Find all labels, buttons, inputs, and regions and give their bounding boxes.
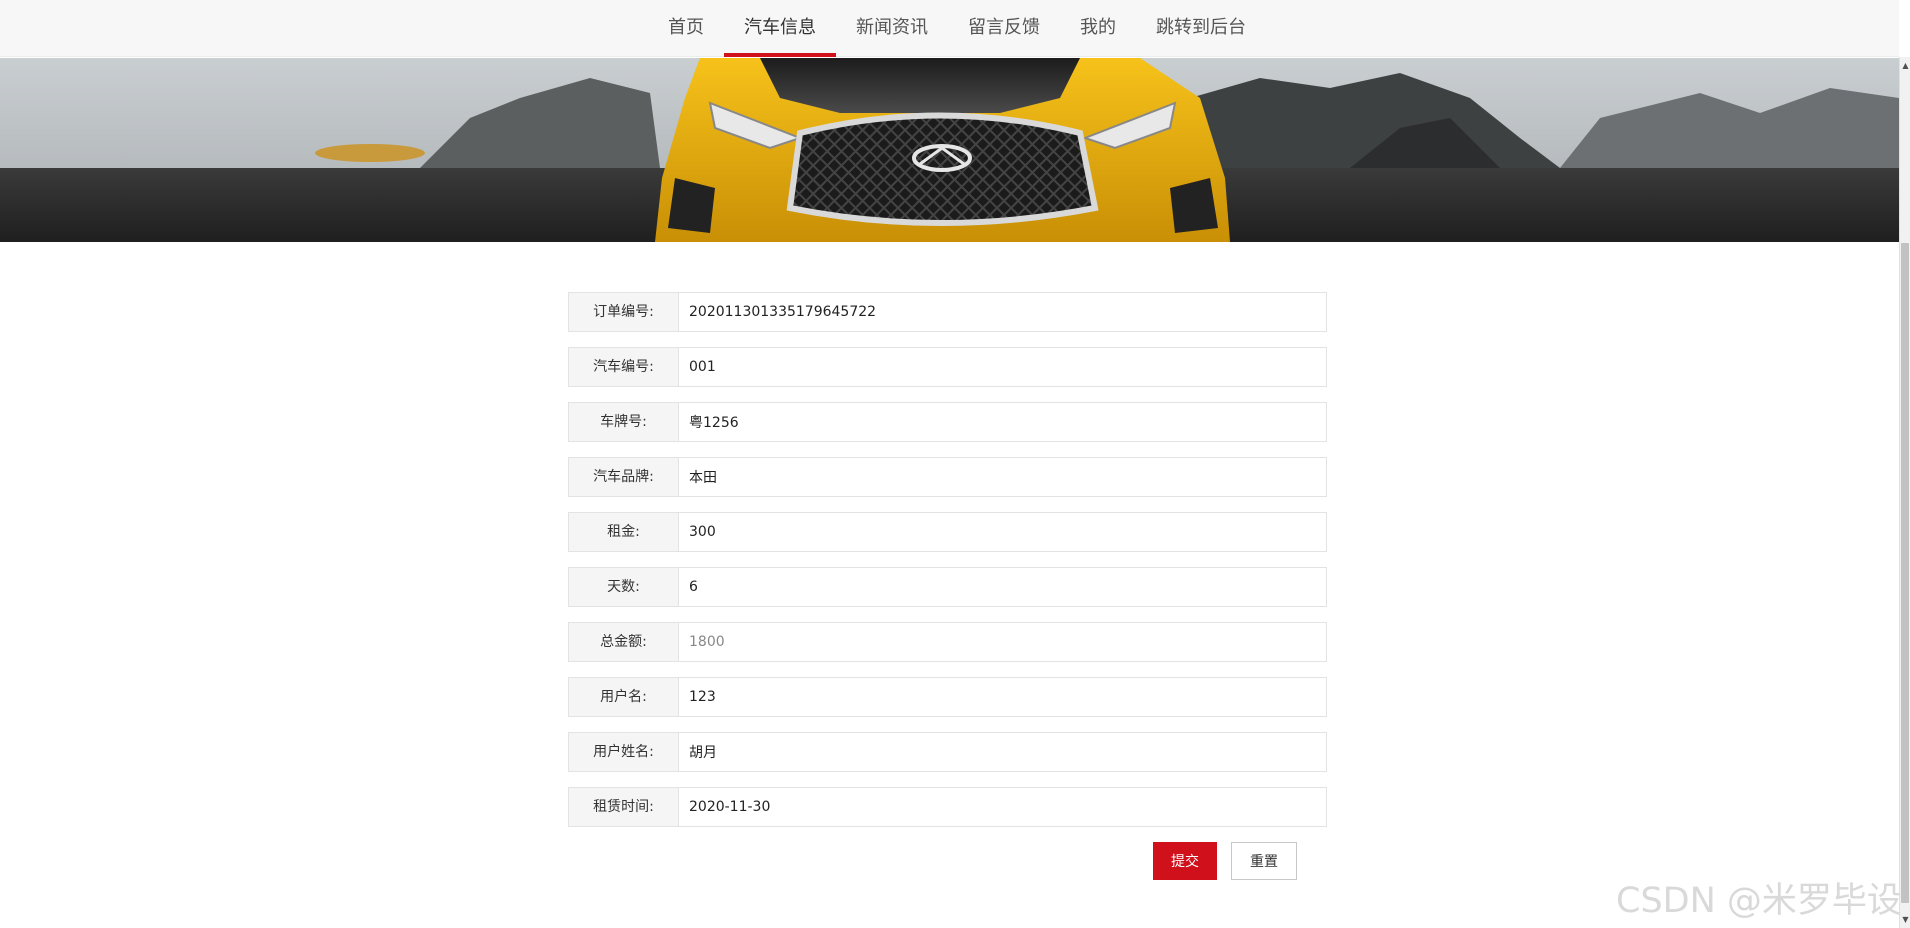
rent-input[interactable]: [678, 512, 1327, 552]
form-row-rent: 租金:: [568, 512, 1327, 552]
nav-menu: 首页 汽车信息 新闻资讯 留言反馈 我的 跳转到后台: [648, 0, 1266, 57]
order-number-input[interactable]: [678, 292, 1327, 332]
form-row-license-plate: 车牌号:: [568, 402, 1327, 442]
total-amount-input[interactable]: [678, 622, 1327, 662]
rental-date-input[interactable]: [678, 787, 1327, 827]
top-navigation: 首页 汽车信息 新闻资讯 留言反馈 我的 跳转到后台: [0, 0, 1899, 57]
order-form: 订单编号: 汽车编号: 车牌号: 汽车品牌: 租金: 天数: 总金额: 用户名:…: [568, 292, 1327, 842]
car-banner-illustration: [0, 58, 1899, 242]
nav-item-home[interactable]: 首页: [648, 0, 724, 57]
license-plate-input[interactable]: [678, 402, 1327, 442]
form-row-username: 用户名:: [568, 677, 1327, 717]
vertical-scrollbar[interactable]: ▲ ▼: [1899, 57, 1910, 928]
banner-image: [0, 58, 1899, 242]
submit-button[interactable]: 提交: [1153, 842, 1217, 880]
car-brand-label: 汽车品牌:: [568, 457, 678, 497]
form-row-total-amount: 总金额:: [568, 622, 1327, 662]
license-plate-label: 车牌号:: [568, 402, 678, 442]
username-input[interactable]: [678, 677, 1327, 717]
form-row-order-number: 订单编号:: [568, 292, 1327, 332]
rental-date-label: 租赁时间:: [568, 787, 678, 827]
username-label: 用户名:: [568, 677, 678, 717]
user-fullname-label: 用户姓名:: [568, 732, 678, 772]
nav-item-feedback[interactable]: 留言反馈: [948, 0, 1060, 57]
form-row-days: 天数:: [568, 567, 1327, 607]
total-amount-label: 总金额:: [568, 622, 678, 662]
form-row-car-brand: 汽车品牌:: [568, 457, 1327, 497]
days-input[interactable]: [678, 567, 1327, 607]
form-row-rental-date: 租赁时间:: [568, 787, 1327, 827]
car-brand-input[interactable]: [678, 457, 1327, 497]
reset-button[interactable]: 重置: [1231, 842, 1297, 880]
nav-item-mine[interactable]: 我的: [1060, 0, 1136, 57]
scroll-up-icon[interactable]: ▲: [1900, 60, 1910, 71]
user-fullname-input[interactable]: [678, 732, 1327, 772]
nav-item-car-info[interactable]: 汽车信息: [724, 0, 836, 57]
form-row-car-number: 汽车编号:: [568, 347, 1327, 387]
rent-label: 租金:: [568, 512, 678, 552]
nav-item-admin[interactable]: 跳转到后台: [1136, 0, 1266, 57]
scroll-thumb[interactable]: [1901, 243, 1909, 903]
order-number-label: 订单编号:: [568, 292, 678, 332]
days-label: 天数:: [568, 567, 678, 607]
car-number-label: 汽车编号:: [568, 347, 678, 387]
car-number-input[interactable]: [678, 347, 1327, 387]
form-row-user-fullname: 用户姓名:: [568, 732, 1327, 772]
form-actions: 提交 重置: [1153, 842, 1297, 880]
nav-item-news[interactable]: 新闻资讯: [836, 0, 948, 57]
watermark: CSDN @米罗毕设: [1616, 881, 1902, 921]
